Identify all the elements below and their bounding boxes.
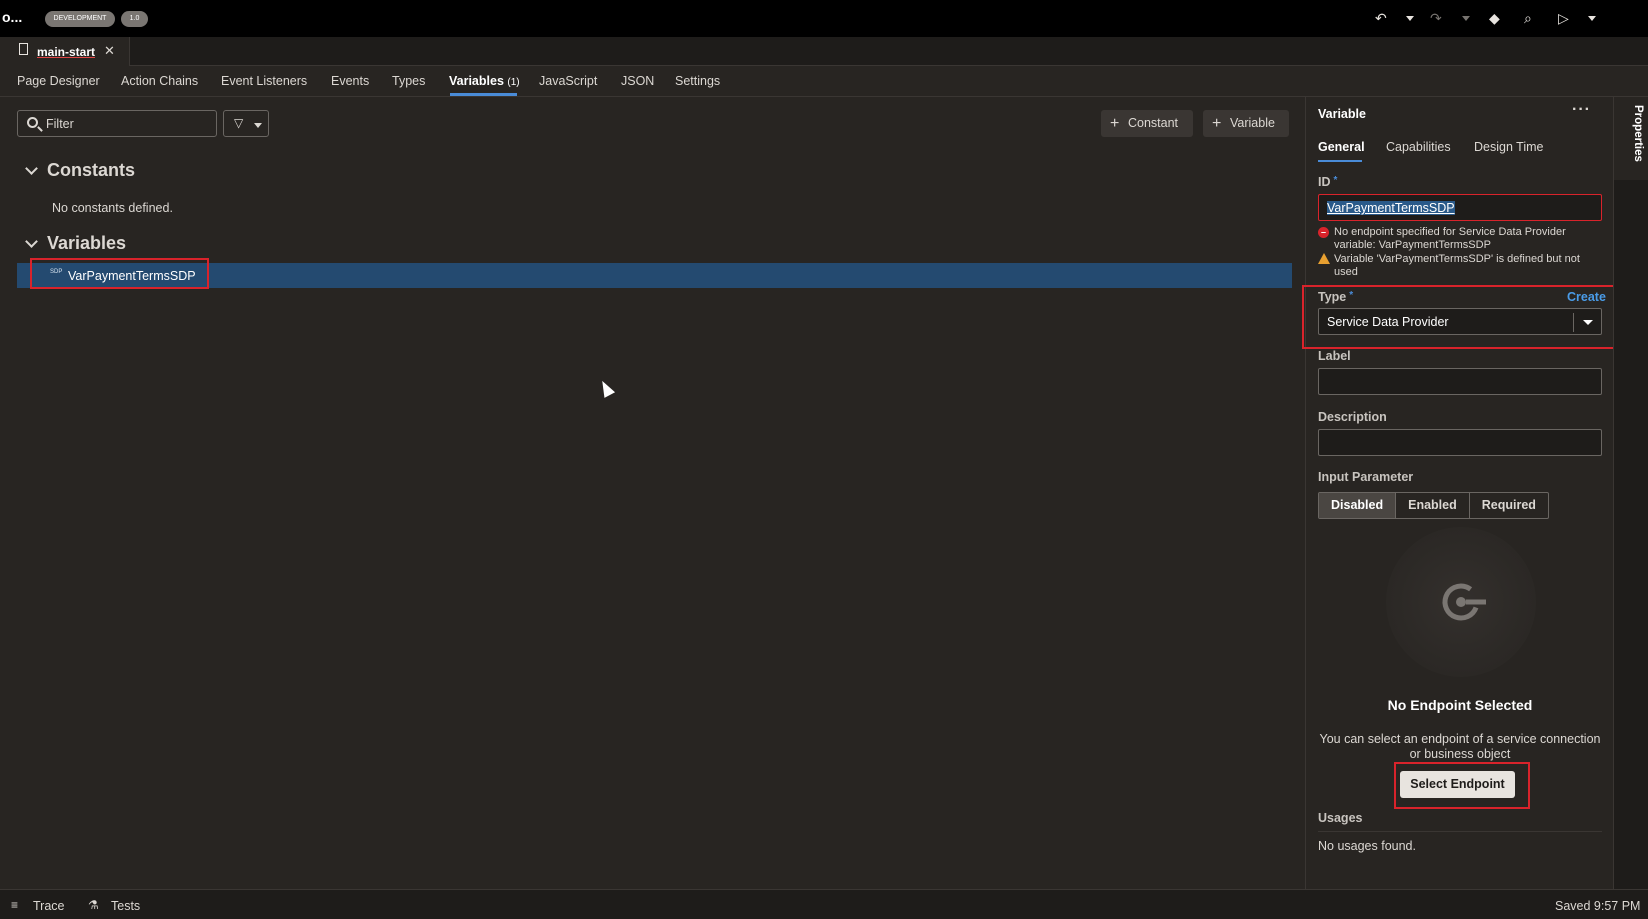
highlight-box-select-endpoint xyxy=(1394,762,1530,809)
properties-side-tab[interactable]: Properties xyxy=(1624,105,1644,170)
tab-events[interactable]: Events xyxy=(331,74,369,88)
file-tab-bar: main-start ✕ xyxy=(0,37,1648,66)
tests-button[interactable]: Tests xyxy=(111,899,140,913)
description-field-label: Description xyxy=(1318,410,1387,424)
tab-event-listeners[interactable]: Event Listeners xyxy=(221,74,307,88)
side-strip-body xyxy=(1614,180,1648,889)
active-tab-indicator xyxy=(450,93,517,96)
add-variable-button[interactable]: + Variable xyxy=(1203,110,1289,137)
tab-settings[interactable]: Settings xyxy=(675,74,720,88)
redo-dropdown-icon[interactable] xyxy=(1462,16,1470,21)
app-name[interactable]: o... xyxy=(2,9,22,25)
id-field-label: ID * xyxy=(1318,175,1338,189)
input-param-required[interactable]: Required xyxy=(1470,493,1548,518)
endpoint-illustration xyxy=(1386,527,1536,677)
tab-general[interactable]: General xyxy=(1318,140,1365,154)
undo-icon[interactable]: ↶ xyxy=(1375,10,1387,26)
mouse-cursor-icon xyxy=(596,378,616,398)
highlight-box-variable xyxy=(30,258,209,289)
top-bar: o... DEVELOPMENT 1.0 ↶ ↷ ◆ ⌕ ▷ xyxy=(0,0,1648,37)
tab-json[interactable]: JSON xyxy=(621,74,654,88)
status-bar: ≡ Trace ⚗ Tests Saved 9:57 PM xyxy=(0,889,1648,919)
error-icon: – xyxy=(1318,227,1329,238)
version-badge: 1.0 xyxy=(121,11,148,27)
plus-icon: + xyxy=(1110,115,1120,132)
tab-javascript[interactable]: JavaScript xyxy=(539,74,597,88)
warning-text: Variable 'VarPaymentTermsSDP' is defined… xyxy=(1334,253,1580,278)
no-endpoint-title: No Endpoint Selected xyxy=(1387,697,1533,713)
variables-chevron-icon[interactable] xyxy=(25,235,38,248)
id-input[interactable]: VarPaymentTermsSDP xyxy=(1318,194,1602,221)
endpoint-icon xyxy=(1442,583,1486,621)
usages-label: Usages xyxy=(1318,811,1363,825)
funnel-icon: ▽ xyxy=(234,116,244,130)
saved-status: Saved 9:57 PM xyxy=(1555,899,1641,913)
redo-icon[interactable]: ↷ xyxy=(1430,10,1442,26)
panel-title: Variable xyxy=(1318,107,1366,121)
usages-divider xyxy=(1318,831,1602,832)
tab-capabilities[interactable]: Capabilities xyxy=(1386,140,1451,154)
label-input[interactable] xyxy=(1318,368,1602,395)
more-options-icon[interactable]: ··· xyxy=(1572,101,1591,119)
search-icon xyxy=(27,117,38,128)
env-badge: DEVELOPMENT xyxy=(45,11,115,27)
error-text: No endpoint specified for Service Data P… xyxy=(1334,226,1566,251)
file-icon xyxy=(19,43,28,55)
input-parameter-label: Input Parameter xyxy=(1318,470,1414,484)
filter-input[interactable]: Filter xyxy=(17,110,217,137)
trace-icon: ≡ xyxy=(11,898,19,912)
trace-button[interactable]: Trace xyxy=(33,899,65,913)
constants-chevron-icon[interactable] xyxy=(25,162,38,175)
tab-page-designer[interactable]: Page Designer xyxy=(17,74,100,88)
add-variable-label: Variable xyxy=(1230,116,1275,130)
warning-message: Variable 'VarPaymentTermsSDP' is defined… xyxy=(1318,253,1602,279)
tab-variables-count: (1) xyxy=(507,77,520,88)
properties-side-strip: Properties xyxy=(1613,97,1648,889)
tab-variables[interactable]: Variables (1) xyxy=(449,74,520,88)
run-dropdown-icon[interactable] xyxy=(1588,16,1596,21)
file-tab-label: main-start xyxy=(37,45,96,59)
input-param-enabled[interactable]: Enabled xyxy=(1396,493,1470,518)
highlight-box-type xyxy=(1302,285,1616,349)
usages-empty-text: No usages found. xyxy=(1318,839,1416,853)
warning-icon xyxy=(1318,253,1330,264)
close-icon[interactable]: ✕ xyxy=(104,43,115,59)
plus-icon: + xyxy=(1212,115,1222,132)
constants-heading: Constants xyxy=(47,160,136,180)
git-icon[interactable]: ◆ xyxy=(1489,10,1500,26)
run-icon[interactable]: ▷ xyxy=(1558,10,1569,26)
constants-empty-text: No constants defined. xyxy=(52,201,173,215)
id-value: VarPaymentTermsSDP xyxy=(1327,201,1455,215)
tab-action-chains[interactable]: Action Chains xyxy=(121,74,198,88)
add-constant-button[interactable]: + Constant xyxy=(1101,110,1193,137)
designer-tabs: Page Designer Action Chains Event Listen… xyxy=(0,66,1648,97)
tests-icon: ⚗ xyxy=(88,898,99,912)
tab-types[interactable]: Types xyxy=(392,74,425,88)
tab-design-time[interactable]: Design Time xyxy=(1474,140,1543,154)
filter-menu-button[interactable]: ▽ xyxy=(223,110,269,137)
no-endpoint-description: You can select an endpoint of a service … xyxy=(1319,732,1601,761)
input-param-disabled[interactable]: Disabled xyxy=(1319,493,1397,518)
properties-side-label: Properties xyxy=(1632,105,1644,162)
chevron-down-icon xyxy=(254,123,262,128)
file-tab-main-start[interactable]: main-start ✕ xyxy=(0,37,130,66)
search-icon[interactable]: ⌕ xyxy=(1524,10,1532,26)
tab-variables-label: Variables xyxy=(449,74,504,88)
active-tab-indicator xyxy=(1318,160,1362,162)
label-field-label: Label xyxy=(1318,349,1351,363)
filter-placeholder: Filter xyxy=(46,117,74,131)
input-parameter-toggle: Disabled Enabled Required xyxy=(1318,492,1549,519)
description-input[interactable] xyxy=(1318,429,1602,456)
error-message: – No endpoint specified for Service Data… xyxy=(1318,226,1602,252)
variables-heading: Variables xyxy=(47,233,127,253)
add-constant-label: Constant xyxy=(1128,116,1179,130)
undo-dropdown-icon[interactable] xyxy=(1406,16,1414,21)
